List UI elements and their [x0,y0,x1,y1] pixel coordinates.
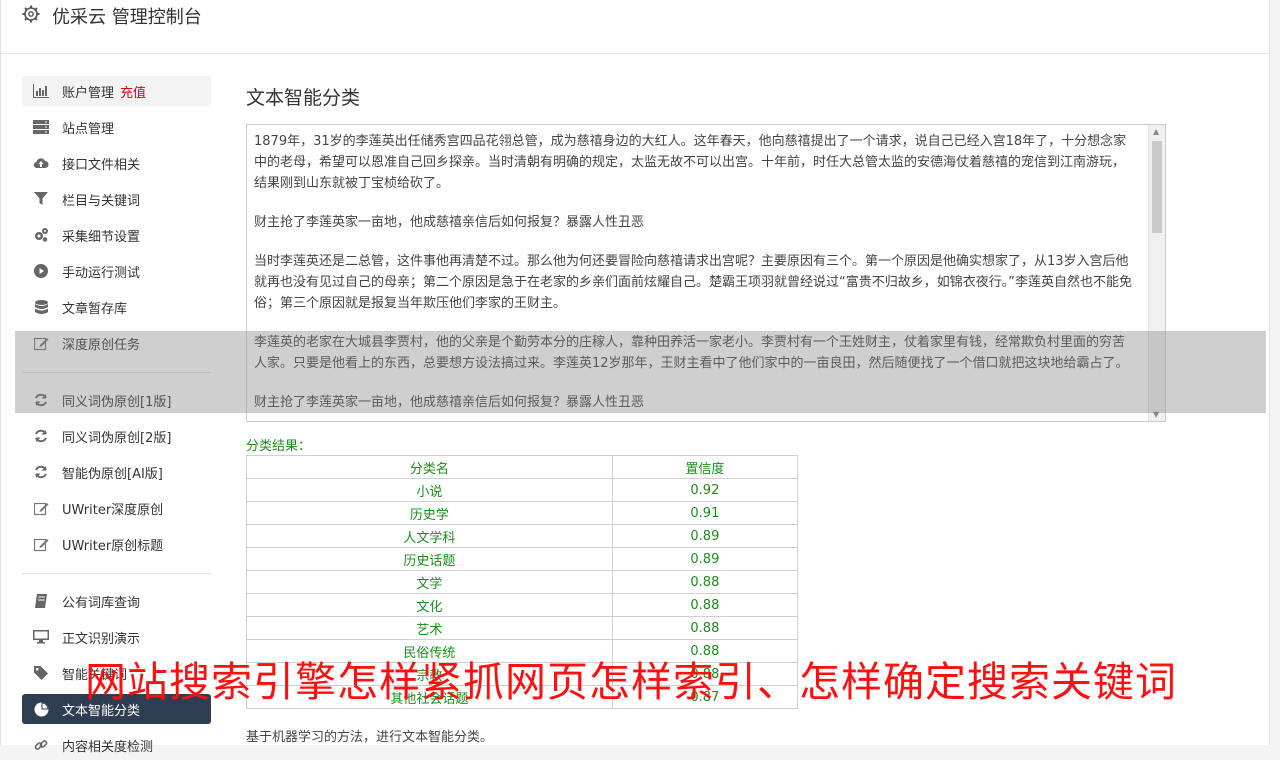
refresh-icon [33,428,49,444]
cloud-upload-icon [33,155,49,171]
sidebar-item-label: 采集细节设置 [62,229,141,245]
page-title: 文本智能分类 [246,87,361,109]
refresh-icon [33,464,49,480]
sidebar-item-collect-settings[interactable]: 采集细节设置 [22,220,211,250]
sidebar-item-article-storage[interactable]: 文章暂存库 [22,292,211,322]
watermark-text: 网站搜索引擎怎样紧抓网页怎样索引、怎样确定搜索关键词 [85,658,1177,706]
sidebar-item-label: 公有词库查询 [62,595,141,611]
sidebar-item-label: 内容相关度检测 [62,739,154,755]
table-row: 小说 0.92 [246,478,799,502]
edit-icon [33,500,49,516]
sidebar-item-label: 手动运行测试 [62,265,141,281]
category-cell: 小说 [246,478,613,502]
overlay-band [15,331,1266,413]
bar-chart-icon [33,83,49,99]
text-paragraph: 财主抢了李莲英家一亩地，他成慈禧亲信后如何报复？暴露人性丑恶 [254,215,645,230]
scrollbar-thumb[interactable] [1152,141,1162,233]
monitor-icon [33,629,49,645]
confidence-cell: 0.91 [611,501,799,525]
result-label: 分类结果： [246,439,312,454]
table-row: 文学 0.88 [246,570,799,594]
text-paragraph: 1879年，31岁的李莲英出任储秀宫四品花翎总管，成为慈禧身边的大红人。这年春天… [254,134,1127,191]
sidebar-item-uwriter-title[interactable]: UWriter原创标题 [22,529,211,559]
database-icon [33,299,49,315]
confidence-cell: 0.88 [611,616,799,640]
sidebar-item-label: 接口文件相关 [62,157,141,173]
table-row: 人文学科 0.89 [246,524,799,548]
confidence-cell: 0.92 [611,478,799,502]
column-header-confidence: 置信度 [611,455,799,479]
category-cell: 文化 [246,593,613,617]
play-circle-icon [33,263,49,279]
gear-icon [22,5,40,23]
book-icon [33,593,49,609]
top-header: 优采云 管理控制台 [1,0,1269,54]
table-row: 历史学 0.91 [246,501,799,525]
sidebar-item-relevance-check[interactable]: 内容相关度检测 [22,730,211,760]
category-cell: 艺术 [246,616,613,640]
table-row: 艺术 0.88 [246,616,799,640]
sidebar-item-label: 同义词伪原创[2版] [62,430,172,446]
recharge-link[interactable]: 充值 [120,82,146,101]
tag-icon [33,665,49,681]
category-cell: 文学 [246,570,613,594]
text-paragraph: 当时李莲英还是二总管，这件事他再清楚不过。那么他为何还要冒险向慈禧请求出宫呢？主… [254,254,1132,311]
sidebar-item-label: 栏目与关键词 [62,193,141,209]
sidebar-item-api-files[interactable]: 接口文件相关 [22,148,211,178]
confidence-cell: 0.88 [611,570,799,594]
sidebar-item-label: UWriter原创标题 [62,538,164,554]
sidebar-item-uwriter-deep[interactable]: UWriter深度原创 [22,493,211,523]
table-row: 历史话题 0.89 [246,547,799,571]
nav-divider [22,573,211,574]
table-header-row: 分类名 置信度 [246,455,799,479]
category-cell: 人文学科 [246,524,613,548]
footer-note: 基于机器学习的方法，进行文本智能分类。 [246,730,494,745]
server-icon [33,119,49,135]
column-header-category: 分类名 [246,455,613,479]
sidebar-item-columns-keywords[interactable]: 栏目与关键词 [22,184,211,214]
sidebar-item-synonym-v2[interactable]: 同义词伪原创[2版] [22,421,211,451]
gears-icon [33,227,49,243]
category-cell: 历史话题 [246,547,613,571]
edit-icon [33,536,49,552]
category-cell: 历史学 [246,501,613,525]
sidebar-item-manual-run[interactable]: 手动运行测试 [22,256,211,286]
sidebar-item-label: UWriter深度原创 [62,502,164,518]
scroll-up-icon[interactable]: ▲ [1153,127,1159,136]
console-title: 优采云 管理控制台 [52,7,202,28]
sidebar-item-account[interactable]: 账户管理 充值 [22,76,211,106]
table-row: 文化 0.88 [246,593,799,617]
sidebar-item-public-lexicon[interactable]: 公有词库查询 [22,586,211,616]
sidebar-item-label: 正文识别演示 [62,631,141,647]
confidence-cell: 0.88 [611,593,799,617]
sidebar-item-sites[interactable]: 站点管理 [22,112,211,142]
confidence-cell: 0.89 [611,524,799,548]
link-icon [33,737,49,753]
confidence-cell: 0.89 [611,547,799,571]
sidebar-item-label: 站点管理 [62,121,115,137]
pie-chart-icon [33,701,49,717]
sidebar-item-label: 账户管理 [62,85,115,101]
filter-icon [33,191,49,207]
sidebar-item-ai-rewrite[interactable]: 智能伪原创[AI版] [22,457,211,487]
sidebar-item-label: 文章暂存库 [62,301,128,317]
sidebar-item-label: 智能伪原创[AI版] [62,466,163,482]
